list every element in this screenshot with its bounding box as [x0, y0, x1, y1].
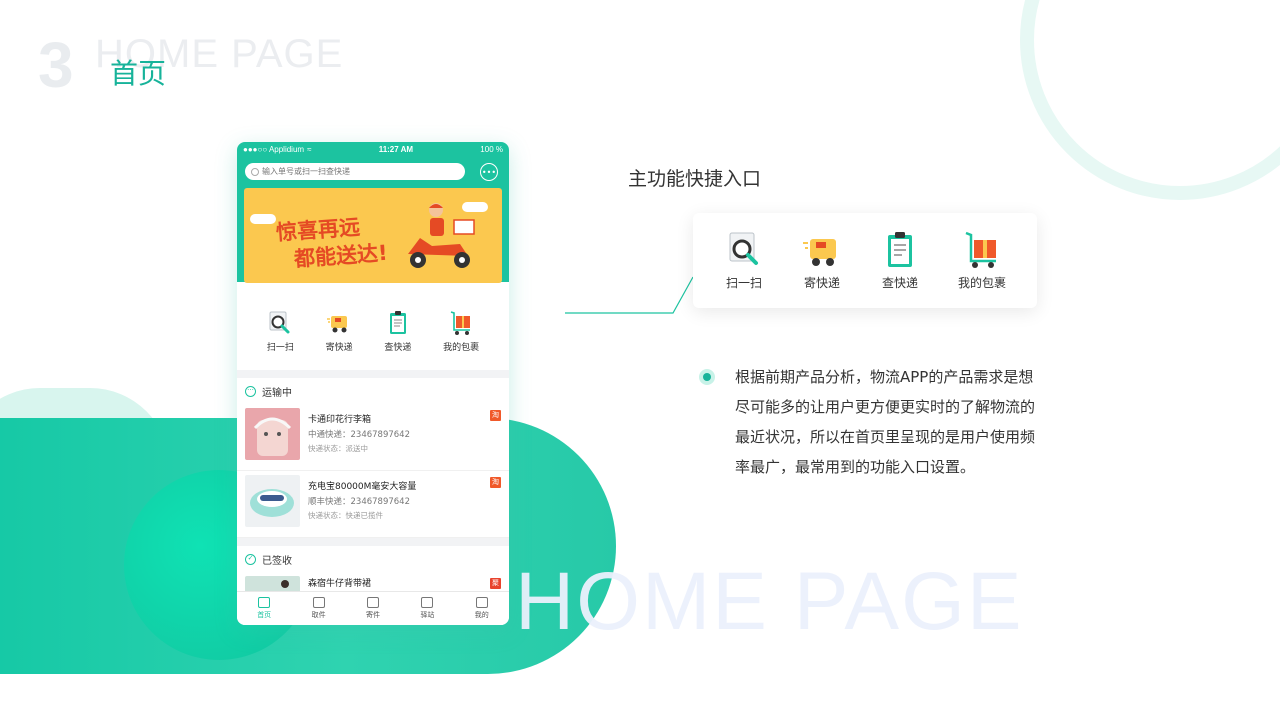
- delivery-truck-icon: [802, 238, 836, 266]
- feature-label: 查快递: [881, 275, 918, 290]
- feature-card: 扫一扫 寄快递 查快递 我的包裹: [693, 213, 1037, 308]
- feature-parcels[interactable]: 我的包裹: [958, 231, 1006, 291]
- feature-label: 我的包裹: [957, 275, 1006, 290]
- bullet-dot: [699, 369, 715, 385]
- feature-scan[interactable]: 扫一扫: [724, 231, 764, 291]
- feature-title: 主功能快捷入口: [628, 168, 762, 190]
- feature-send[interactable]: 寄快递: [802, 231, 842, 291]
- scan-magnifier-icon: [729, 232, 758, 265]
- feature-label: 寄快递: [803, 275, 840, 290]
- connector-line: [565, 276, 694, 314]
- feature-track[interactable]: 查快递: [880, 231, 920, 291]
- description-text: 根据前期产品分析，物流APP的产品需求是想尽可能多的让用户更方便更实时的了解物流…: [735, 368, 1036, 476]
- parcel-cart-icon: [965, 231, 996, 268]
- clipboard-icon: [887, 231, 912, 267]
- feature-label: 扫一扫: [725, 275, 762, 290]
